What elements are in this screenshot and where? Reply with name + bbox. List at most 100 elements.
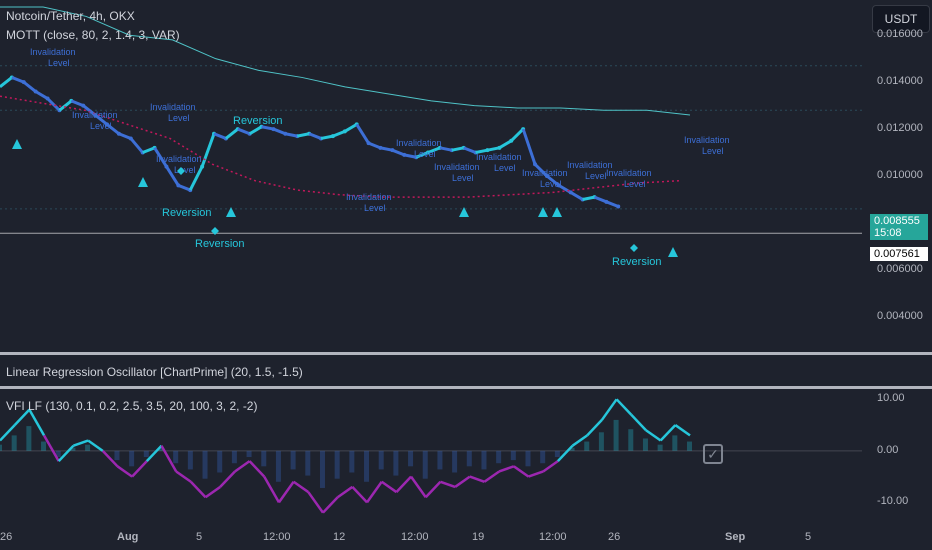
vfi-histogram-bar bbox=[11, 435, 17, 451]
level-label: Level bbox=[90, 121, 112, 131]
price-axis-tick: 0.016000 bbox=[877, 28, 923, 41]
price-axis-tick: 0.014000 bbox=[877, 75, 923, 88]
vfi-histogram-bar bbox=[657, 444, 663, 451]
vfi-segment bbox=[600, 398, 618, 421]
triangle-up-icon bbox=[138, 177, 148, 187]
reversion-label: Reversion bbox=[612, 256, 662, 268]
price-axis-tick: 0.012000 bbox=[877, 122, 923, 135]
vfi-histogram-bar bbox=[41, 441, 47, 451]
price-segment bbox=[248, 125, 263, 136]
linreg-oscillator-title: Linear Regression Oscillator [ChartPrime… bbox=[6, 365, 303, 379]
vfi-histogram-bar bbox=[129, 450, 135, 467]
price-segment bbox=[498, 139, 513, 150]
level-label: Level bbox=[540, 179, 562, 189]
vfi-histogram-bar bbox=[319, 450, 325, 488]
level-label: Level bbox=[414, 149, 436, 159]
price-segment bbox=[0, 76, 13, 89]
vfi-segment bbox=[542, 460, 559, 473]
invalidation-label: Invalidation bbox=[150, 102, 196, 112]
time-axis-tick: 12 bbox=[333, 531, 346, 543]
vfi-segment bbox=[615, 398, 633, 416]
vfi-histogram-bar bbox=[466, 450, 472, 467]
level-price-tag: 0.007561 bbox=[870, 247, 928, 261]
vfi-histogram-bar bbox=[584, 441, 590, 451]
invalidation-label: Invalidation bbox=[72, 110, 118, 120]
diamond-icon bbox=[630, 244, 638, 252]
vfi-histogram-bar bbox=[261, 450, 267, 467]
level-label: Level bbox=[702, 146, 724, 156]
vfi-segment bbox=[175, 470, 192, 483]
vfi-histogram-bar bbox=[114, 450, 120, 461]
last-price-value: 0.008555 bbox=[874, 215, 920, 227]
vfi-histogram-bar bbox=[349, 450, 355, 473]
upper-envelope bbox=[0, 6, 691, 116]
vfi-segment bbox=[219, 470, 236, 488]
price-chart[interactable]: Reversion Reversion Reversion Reversion Inva… bbox=[0, 0, 862, 352]
vfi-segment bbox=[351, 486, 368, 504]
vfi-segment bbox=[424, 480, 442, 499]
vfi-histogram-bar bbox=[525, 450, 531, 467]
vfi-segment bbox=[395, 475, 412, 493]
vfi-histogram-bar bbox=[217, 450, 223, 473]
vfi-histogram-bar bbox=[554, 450, 560, 458]
vfi-axis-tick: 0.00 bbox=[877, 443, 899, 456]
pane-divider-1[interactable] bbox=[0, 352, 932, 355]
vfi-histogram-bar bbox=[378, 450, 384, 470]
vfi-segment bbox=[277, 481, 295, 504]
triangle-up-icon bbox=[12, 139, 22, 149]
level-label: Level bbox=[624, 179, 646, 189]
price-axis-tick: 0.010000 bbox=[877, 169, 923, 181]
vfi-histogram-bar bbox=[275, 450, 281, 482]
vfi-segment bbox=[454, 475, 471, 488]
vfi-segment bbox=[380, 480, 398, 494]
invalidation-label: Invalidation bbox=[156, 154, 202, 164]
vfi-histogram-bar bbox=[437, 450, 443, 470]
price-segment bbox=[521, 128, 537, 165]
vfi-histogram-bar bbox=[672, 435, 678, 451]
vfi-histogram-bar bbox=[26, 426, 32, 451]
checkbox-icon[interactable]: ✓ bbox=[703, 444, 723, 464]
vfi-histogram-bar bbox=[452, 450, 458, 473]
price-segment bbox=[355, 123, 370, 144]
reversion-label: Reversion bbox=[195, 238, 245, 250]
vfi-histogram-bar bbox=[408, 450, 414, 467]
vfi-segment bbox=[87, 439, 104, 452]
reversion-label: Reversion bbox=[233, 115, 283, 127]
time-axis-tick: 26 bbox=[608, 531, 621, 543]
vfi-segment bbox=[116, 465, 133, 478]
vfi-segment bbox=[528, 470, 544, 478]
time-axis-tick: 12:00 bbox=[401, 531, 429, 543]
vfi-histogram-bar bbox=[598, 432, 604, 451]
vfi-segment bbox=[131, 460, 148, 478]
invalidation-label: Invalidation bbox=[396, 138, 442, 148]
last-price-tag: 0.008555 15:08 bbox=[870, 214, 928, 240]
level-label: Level bbox=[585, 171, 607, 181]
time-axis-tick: 12:00 bbox=[263, 531, 291, 543]
vfi-axis-tick: 10.00 bbox=[877, 392, 905, 405]
level-label: Level bbox=[452, 173, 474, 183]
level-label: Level bbox=[168, 113, 190, 123]
vfi-segment bbox=[292, 480, 310, 494]
vfi-segment bbox=[307, 491, 324, 514]
invalidation-label: Invalidation bbox=[434, 162, 480, 172]
price-segment bbox=[129, 137, 144, 154]
vfi-histogram-bar bbox=[231, 450, 237, 464]
invalidation-label: Invalidation bbox=[30, 47, 76, 57]
vfi-segment bbox=[483, 470, 500, 483]
vfi-segment bbox=[336, 485, 354, 499]
vfi-histogram-bar bbox=[246, 450, 252, 458]
vfi-segment bbox=[440, 480, 456, 489]
price-segment bbox=[34, 90, 49, 100]
invalidation-label: Invalidation bbox=[346, 192, 392, 202]
vfi-histogram-bar bbox=[687, 441, 692, 451]
time-axis[interactable]: 26 Aug 5 12:00 12 12:00 19 12:00 26 Sep 5 bbox=[0, 523, 862, 550]
vfi-histogram-bar bbox=[187, 450, 193, 470]
vfi-segment bbox=[145, 444, 163, 463]
vfi-segment bbox=[410, 475, 427, 498]
vfi-histogram-bar bbox=[85, 444, 91, 451]
invalidation-label: Invalidation bbox=[606, 168, 652, 178]
vfi-segment bbox=[204, 485, 221, 499]
vfi-histogram-bar bbox=[540, 450, 546, 464]
vfi-segment bbox=[189, 480, 207, 499]
vfi-segment bbox=[630, 413, 647, 432]
